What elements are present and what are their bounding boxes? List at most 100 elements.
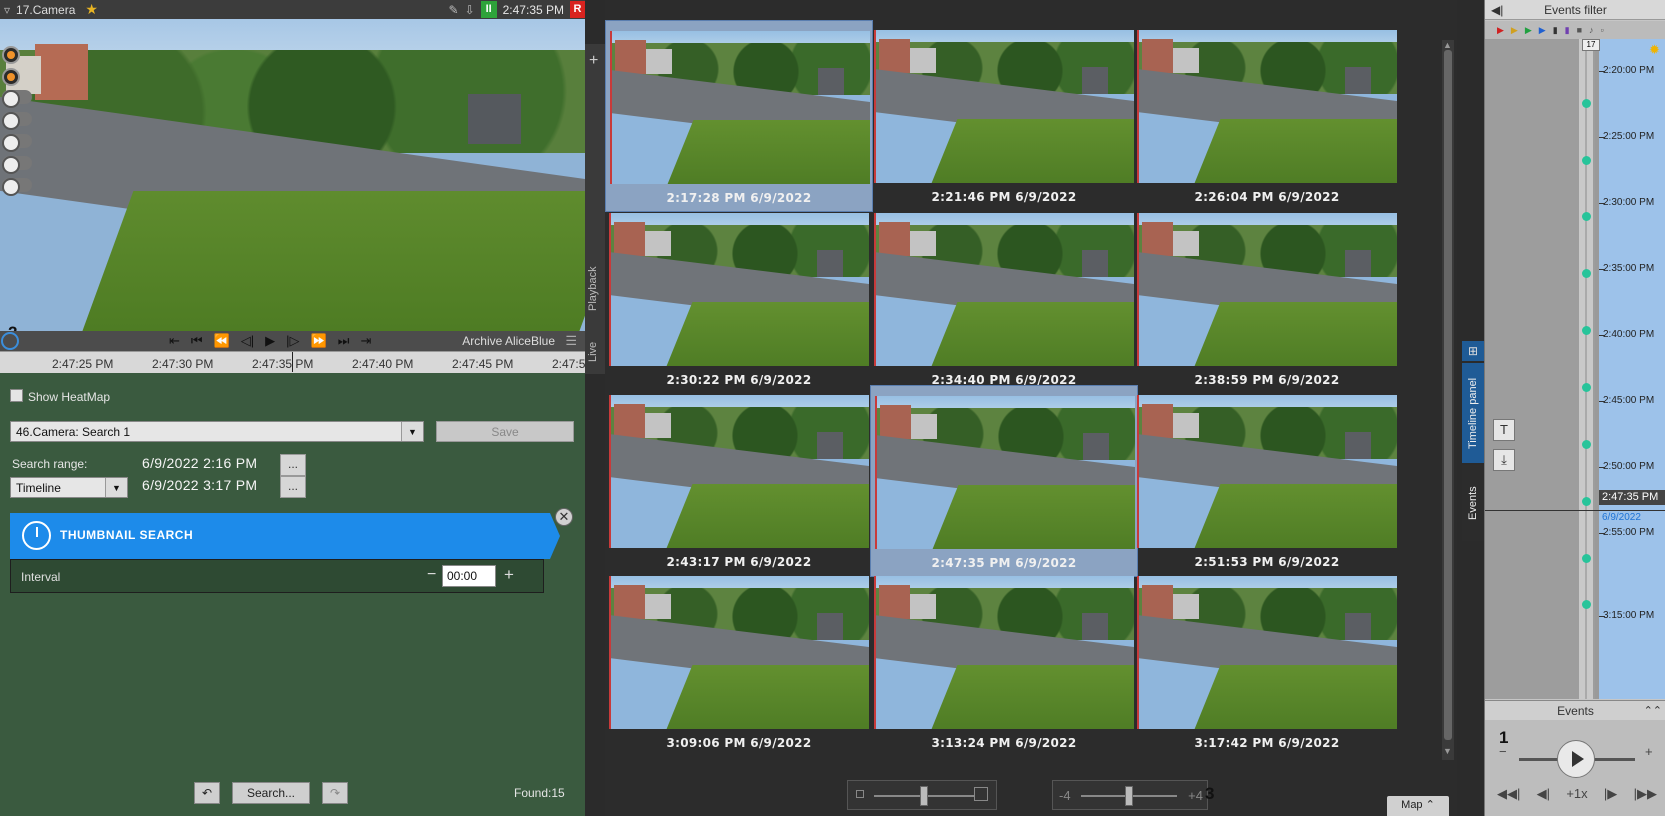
ptz-control-icon[interactable] [2,68,20,86]
slider-knob[interactable] [1125,786,1133,806]
text-filter-icon[interactable]: ▮ [1565,25,1570,36]
thumbnail-image[interactable] [1137,395,1397,548]
record-button[interactable]: R [570,1,585,18]
events-filter-header[interactable]: ◀| Events filter [1485,0,1665,20]
export-icon[interactable]: ⤓ [1493,449,1515,471]
events-timeline[interactable]: 2:20:00 PM 2:25:00 PM 2:30:00 PM 2:35:00 PM… [1485,39,1665,699]
scroll-down-icon[interactable]: ▼ [1443,746,1452,756]
play-button[interactable] [1557,740,1595,778]
fast-forward-icon[interactable]: ⏩ [311,333,327,349]
add-text-icon[interactable]: T [1493,419,1515,441]
play-icon[interactable]: ▶ [265,333,275,349]
go-to-end-icon[interactable]: ⇥ [360,333,371,349]
add-icon[interactable]: + [589,52,598,70]
camera-timescale[interactable]: 2:47:25 PM 2:47:30 PM 2:47:35 PM 2:47:40… [0,351,585,373]
motion-filter-icon[interactable]: ▶ [1525,25,1532,36]
decrease-interval-icon[interactable]: − [427,566,436,584]
thumbnail-item[interactable]: 2:17:28 PM 6/9/2022 [605,20,873,212]
thumbnail-image[interactable] [609,213,869,366]
grid-layout-icon[interactable]: ⊞ [1462,341,1484,361]
tab-live[interactable]: Live [587,334,603,370]
speed-slider[interactable]: -4 +4 [1052,780,1208,810]
thumbnail-item[interactable]: 2:51:53 PM 6/9/2022 [1133,385,1401,577]
thumbnail-search-header[interactable]: THUMBNAIL SEARCH [10,513,560,559]
go-to-start-icon[interactable]: ⇤ [169,333,180,349]
menu-icon[interactable]: ☰ [565,333,577,349]
scroll-up-icon[interactable]: ▲ [1443,40,1452,50]
thumb-size-slider[interactable] [847,780,997,810]
export-icon[interactable]: ⇩ [465,3,475,17]
save-button[interactable]: Save [436,421,574,442]
warning-filter-icon[interactable]: ▶ [1511,25,1518,36]
zoom-in-icon[interactable]: + [1645,744,1653,759]
event-marker[interactable] [1582,212,1591,221]
step-forward-icon[interactable]: |▶ [1604,786,1617,802]
thumbnail-image[interactable] [609,395,869,548]
overlay-toggle[interactable] [2,112,32,130]
overlay-toggle[interactable] [2,156,32,174]
audio-filter-icon[interactable]: ♪ [1589,25,1594,35]
grid-scrollbar[interactable]: ▲ ▼ [1442,40,1454,760]
event-marker[interactable] [1582,497,1591,506]
interval-input[interactable]: 00:00 [442,565,496,587]
thumbnail-item[interactable]: 2:47:35 PM 6/9/2022 [870,385,1138,577]
next-event-icon[interactable]: ⏭ [338,333,350,349]
chevron-down-icon[interactable]: ▼ [105,478,127,497]
map-tab[interactable]: Map ⌃ [1387,796,1449,816]
close-icon[interactable]: ✕ [555,508,573,526]
tab-timeline-panel[interactable]: Timeline panel [1462,363,1484,463]
thumbnail-image[interactable] [875,396,1135,549]
thumbnail-item[interactable]: 3:09:06 PM 6/9/2022 [605,566,873,758]
event-marker[interactable] [1582,99,1591,108]
range-mode-select[interactable]: Timeline ▼ [10,477,128,498]
alarm-filter-icon[interactable]: ▶ [1497,25,1504,36]
thumbnail-item[interactable]: 2:34:40 PM 6/9/2022 [870,203,1138,395]
search-name-combo[interactable]: 46.Camera: Search 1 ▼ [10,421,424,442]
chevron-down-icon[interactable]: ▼ [401,422,423,441]
thumbnail-image[interactable] [610,31,870,184]
undo-button[interactable]: ↶ [194,782,220,804]
camera-filter-icon[interactable]: ■ [1577,25,1582,35]
thumbnail-image[interactable] [609,576,869,729]
thumbnail-image[interactable] [874,213,1134,366]
thumbnail-item[interactable]: 2:38:59 PM 6/9/2022 [1133,203,1401,395]
chevron-up-icon[interactable]: ⌃⌃ [1644,701,1662,721]
dropdown-arrow-icon[interactable]: ▿ [4,3,10,17]
collapse-left-icon[interactable]: ◀| [1491,0,1503,20]
thumbnail-image[interactable] [874,30,1134,183]
step-forward-icon[interactable]: |▷ [286,333,299,349]
thumbnail-image[interactable] [874,576,1134,729]
overlay-toggle[interactable] [2,178,32,196]
timescale-cursor[interactable] [292,352,293,372]
heatmap-checkbox[interactable] [10,389,23,402]
overlay-toggle[interactable] [2,134,32,152]
info-filter-icon[interactable]: ▶ [1539,25,1546,36]
thumbnail-item[interactable]: 3:17:42 PM 6/9/2022 [1133,566,1401,758]
thumbnail-item[interactable]: 3:13:24 PM 6/9/2022 [870,566,1138,758]
speed-label[interactable]: +1x [1566,786,1587,802]
prev-event-icon[interactable]: ⏮ [191,333,203,349]
increase-interval-icon[interactable]: + [504,565,514,585]
tab-events[interactable]: Events [1462,465,1484,541]
event-marker[interactable] [1582,156,1591,165]
redo-button[interactable]: ↷ [322,782,348,804]
thumbnail-item[interactable]: 2:43:17 PM 6/9/2022 [605,385,873,577]
search-button[interactable]: Search... [232,782,310,804]
archive-label[interactable]: Archive AliceBlue [462,334,555,348]
range-end-picker-button[interactable]: ... [280,476,306,498]
bookmark-filter-icon[interactable]: ▮ [1553,25,1558,36]
edit-icon[interactable]: ✎ [449,3,459,17]
rewind-icon[interactable]: ⏪ [214,333,230,349]
events-header[interactable]: Events ⌃⌃ [1485,700,1665,720]
favorite-star-icon[interactable]: ★ [85,1,98,18]
timeline-cursor[interactable] [1485,510,1665,511]
ptz-control-icon[interactable] [2,46,20,64]
user-filter-icon[interactable]: ▫ [1601,25,1604,35]
thumbnail-item[interactable]: 2:30:22 PM 6/9/2022 [605,203,873,395]
step-back-icon[interactable]: ◁| [241,333,254,349]
thumbnail-image[interactable] [1137,30,1397,183]
camera-video[interactable]: 2 [0,19,585,331]
tab-playback[interactable]: Playback [587,254,603,324]
scrollbar-thumb[interactable] [1444,50,1452,740]
pause-button[interactable]: II [480,1,497,18]
